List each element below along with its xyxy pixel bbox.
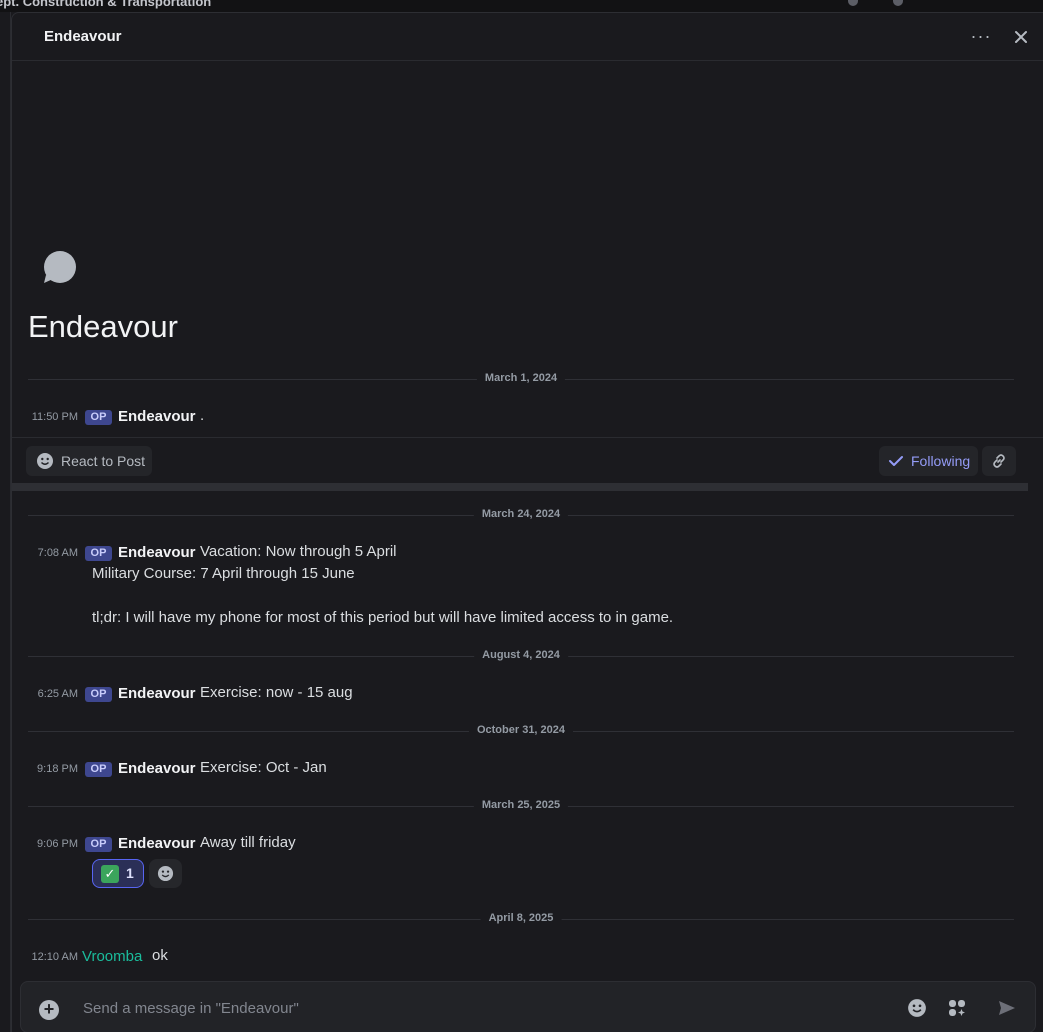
following-label: Following [911, 453, 971, 469]
message-timestamp: 9:18 PM [37, 763, 78, 775]
message-text: Exercise: Oct - Jan [200, 759, 327, 776]
upload-plus-icon[interactable]: + [39, 1000, 59, 1020]
date-divider: August 4, 2024 [28, 649, 1014, 661]
op-badge: OP [85, 687, 112, 702]
op-badge: OP [85, 762, 112, 777]
reaction-count: 1 [126, 865, 134, 881]
thread-panel: Endeavour ··· Endeavour March 1, 2024 11… [11, 12, 1043, 1032]
send-icon[interactable] [997, 998, 1019, 1020]
date-divider: March 1, 2024 [28, 372, 1014, 384]
add-reaction-icon [157, 865, 174, 882]
smiley-icon [36, 452, 54, 470]
message-text: Exercise: now - 15 aug [200, 684, 353, 701]
more-options-icon[interactable]: ··· [967, 23, 995, 51]
op-badge: OP [85, 837, 112, 852]
message-text: Away till friday [200, 834, 296, 851]
window-top-strip: ept. Construction & Transportation [0, 0, 1043, 12]
thread-header-title: Endeavour [44, 28, 122, 45]
close-icon[interactable] [1007, 23, 1035, 51]
date-divider: April 8, 2025 [28, 912, 1014, 924]
thread-header: Endeavour ··· [12, 13, 1043, 61]
post-title: Endeavour [28, 309, 178, 344]
message-text-line: Military Course: 7 April through 15 June [92, 565, 355, 582]
check-mark-button-icon: ✓ [101, 865, 119, 883]
message-author[interactable]: Vroomba [82, 948, 142, 965]
message-text: . [200, 407, 205, 424]
copy-link-button[interactable] [982, 446, 1016, 476]
message-timestamp: 9:06 PM [37, 838, 78, 850]
add-reaction-button[interactable] [149, 859, 182, 888]
date-divider: October 31, 2024 [28, 724, 1014, 736]
message-author[interactable]: Endeavour [118, 408, 196, 425]
message-author[interactable]: Endeavour [118, 760, 196, 777]
message-timestamp: 12:10 AM [31, 951, 78, 963]
op-badge: OP [85, 410, 112, 425]
breadcrumb: ept. Construction & Transportation [0, 0, 212, 9]
message-timestamp: 11:50 PM [31, 411, 78, 423]
checkmark-reaction[interactable]: ✓ 1 [92, 859, 144, 888]
checkmark-icon [888, 454, 904, 468]
message-timestamp: 6:25 AM [37, 688, 78, 700]
react-to-post-button[interactable]: React to Post [26, 446, 152, 476]
apps-icon[interactable] [947, 998, 969, 1020]
message-author[interactable]: Endeavour [118, 544, 196, 561]
message-author[interactable]: Endeavour [118, 685, 196, 702]
message-text: Vacation: Now through 5 April [200, 543, 397, 560]
message-composer: + [20, 981, 1036, 1032]
message-input[interactable] [83, 996, 883, 1020]
thread-separator [12, 483, 1028, 491]
link-icon [993, 454, 1005, 468]
date-divider: March 25, 2025 [28, 799, 1014, 811]
inbox-icon[interactable] [848, 0, 858, 6]
op-badge: OP [85, 546, 112, 561]
react-to-post-label: React to Post [61, 453, 146, 469]
date-divider: March 24, 2024 [28, 508, 1014, 520]
message-timestamp: 7:08 AM [37, 547, 78, 559]
message-text: ok [152, 947, 168, 964]
message-author[interactable]: Endeavour [118, 835, 196, 852]
following-button[interactable]: Following [879, 446, 978, 476]
emoji-icon[interactable] [907, 998, 929, 1020]
message-text-line: tl;dr: I will have my phone for most of … [92, 609, 674, 626]
help-icon[interactable] [893, 0, 903, 6]
post-action-bar: React to Post Following [12, 437, 1043, 483]
chat-bubble-icon [40, 249, 78, 287]
left-edge [0, 12, 11, 1032]
